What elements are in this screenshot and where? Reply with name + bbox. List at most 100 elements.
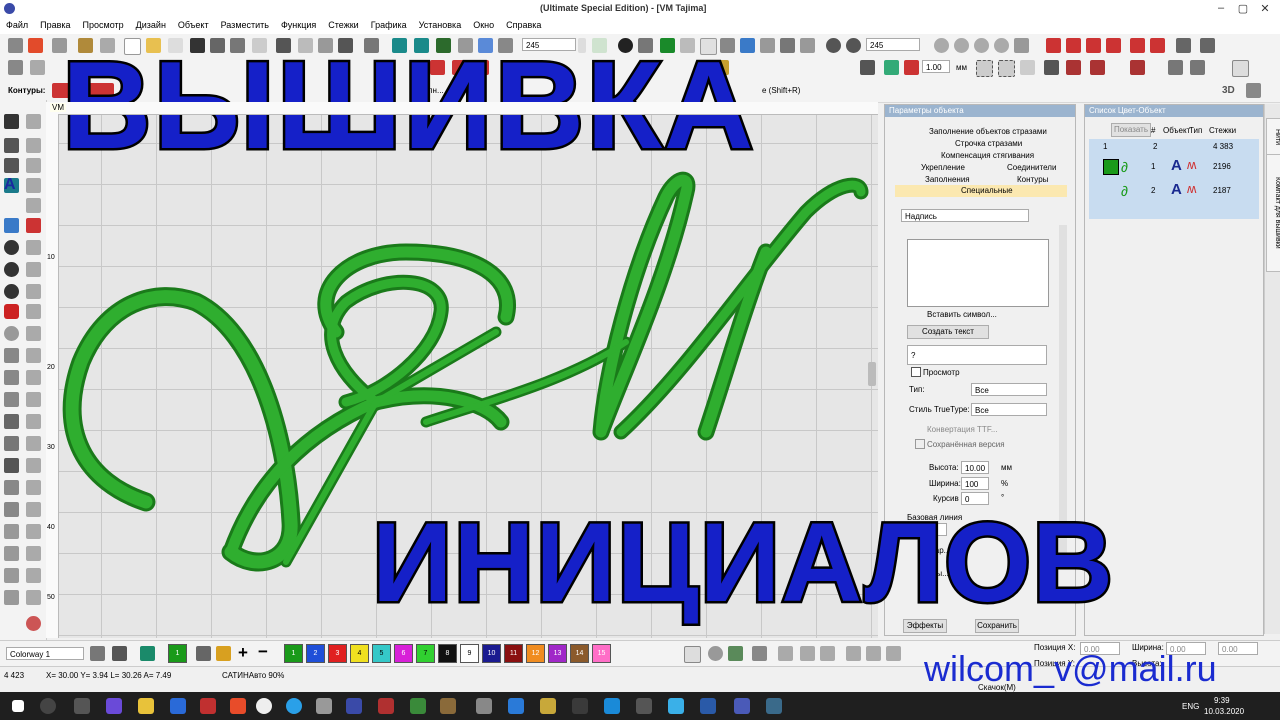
- stitch-type-2-icon[interactable]: [1066, 38, 1081, 53]
- app-6-icon[interactable]: [440, 698, 456, 714]
- flip-icon[interactable]: [846, 646, 861, 661]
- truetype-select[interactable]: Все: [971, 403, 1047, 416]
- menu-graphics[interactable]: Графика: [365, 18, 413, 30]
- lattice-tool-icon[interactable]: [26, 392, 41, 407]
- remove-color-icon[interactable]: −: [258, 642, 268, 662]
- start-icon[interactable]: [12, 700, 24, 712]
- select-arrow-icon[interactable]: [4, 114, 19, 129]
- stitch-view-icon[interactable]: [708, 646, 723, 661]
- eraser-tool-icon[interactable]: [4, 480, 19, 495]
- shape-tool-icon[interactable]: [4, 218, 19, 233]
- flip-v-icon[interactable]: [866, 646, 881, 661]
- tab-connectors[interactable]: Соединители: [1007, 163, 1056, 172]
- color-swatch-4[interactable]: 4: [350, 644, 369, 663]
- arrow-tool-icon[interactable]: [4, 502, 19, 517]
- wilcom-icon[interactable]: [28, 38, 43, 53]
- maximize-icon[interactable]: ▢: [1232, 2, 1254, 15]
- preview-checkbox[interactable]: [911, 367, 921, 377]
- edge-tool-icon[interactable]: [4, 348, 19, 363]
- circle-tool-icon[interactable]: [26, 158, 41, 173]
- align-right-icon[interactable]: [820, 646, 835, 661]
- menu-stitches[interactable]: Стежки: [322, 18, 364, 30]
- polyline-icon[interactable]: [4, 138, 19, 153]
- tatami-icon[interactable]: [1150, 38, 1165, 53]
- create-text-button[interactable]: Создать текст: [907, 325, 989, 339]
- align-icon[interactable]: [860, 60, 875, 75]
- hand-tool-icon[interactable]: [4, 546, 19, 561]
- box-select-icon[interactable]: [976, 60, 993, 77]
- tab-special[interactable]: Специальные: [895, 185, 1067, 197]
- group-icon[interactable]: [1020, 60, 1035, 75]
- current-color-swatch[interactable]: 1: [168, 644, 187, 663]
- object-type-select[interactable]: Надпись: [901, 209, 1029, 222]
- color-swatch-9[interactable]: 9: [460, 644, 479, 663]
- grid-palette-icon[interactable]: [112, 646, 127, 661]
- color-swatch-12[interactable]: 12: [526, 644, 545, 663]
- wave-tool-icon[interactable]: [26, 480, 41, 495]
- app-10-icon[interactable]: [572, 698, 588, 714]
- color-a-icon[interactable]: [884, 60, 899, 75]
- color-swatch-2[interactable]: 2: [306, 644, 325, 663]
- rect-tool-icon[interactable]: [26, 178, 41, 193]
- menu-function[interactable]: Функция: [275, 18, 322, 30]
- zoom-tool-icon[interactable]: [8, 38, 23, 53]
- yandex-icon[interactable]: [200, 698, 216, 714]
- app-2-icon[interactable]: [230, 698, 246, 714]
- wilcom-task-icon[interactable]: [346, 698, 362, 714]
- color-swatch-8[interactable]: 8: [438, 644, 457, 663]
- gear-tool-icon[interactable]: [4, 590, 19, 605]
- pan-icon[interactable]: [1014, 38, 1029, 53]
- tab-rhinestone-run[interactable]: Строчка стразами: [955, 139, 1022, 148]
- ring-tool-icon[interactable]: [26, 524, 41, 539]
- color-swatch-14[interactable]: 14: [570, 644, 589, 663]
- height-input[interactable]: 10.00: [961, 461, 989, 474]
- stitch-type-3-icon[interactable]: [1086, 38, 1101, 53]
- stamp-tool-icon[interactable]: [4, 414, 19, 429]
- size-input[interactable]: 1.00: [922, 60, 950, 73]
- language-indicator[interactable]: ENG: [1182, 702, 1199, 711]
- app-1-icon[interactable]: [106, 698, 122, 714]
- stitch-type-4-icon[interactable]: [1106, 38, 1121, 53]
- menu-edit[interactable]: Правка: [34, 18, 76, 30]
- menu-window[interactable]: Окно: [467, 18, 500, 30]
- zoom-prev-icon[interactable]: [994, 38, 1009, 53]
- blanket-tool-icon[interactable]: [26, 370, 41, 385]
- disc-tool-icon[interactable]: [26, 590, 41, 605]
- polygon-select-icon[interactable]: [998, 60, 1015, 77]
- sphere-tool-icon[interactable]: [4, 326, 19, 341]
- light-icon[interactable]: [780, 38, 795, 53]
- stitch-edit-3-icon[interactable]: [1130, 60, 1145, 75]
- stitch-edit-icon[interactable]: [1066, 60, 1081, 75]
- satin-icon[interactable]: [1130, 38, 1145, 53]
- knife-tool-icon[interactable]: [4, 436, 19, 451]
- tab-underlay[interactable]: Укрепление: [921, 163, 965, 172]
- motif-tool-icon[interactable]: [26, 458, 41, 473]
- radial-tool-icon[interactable]: [26, 436, 41, 451]
- color-swatch-13[interactable]: 13: [548, 644, 567, 663]
- dot-tool-icon[interactable]: [4, 240, 19, 255]
- side-tab-compact[interactable]: Компакт для вышивки: [1266, 154, 1280, 272]
- rotate-icon[interactable]: [4, 158, 19, 173]
- type-select[interactable]: Все: [971, 383, 1047, 396]
- realistic-view-icon[interactable]: [1246, 83, 1261, 98]
- curve-tool-icon[interactable]: [26, 240, 41, 255]
- align-left-icon[interactable]: [778, 646, 793, 661]
- reshape-icon[interactable]: [30, 60, 45, 75]
- color-swatch-1[interactable]: [1103, 159, 1119, 175]
- search-icon[interactable]: [40, 698, 56, 714]
- zoom-input-2[interactable]: 245: [866, 38, 920, 51]
- convert-ttf-link[interactable]: Конвертация TTF...: [927, 425, 997, 434]
- tools-a-icon[interactable]: [1168, 60, 1183, 75]
- color-swatch-10[interactable]: 10: [482, 644, 501, 663]
- paint-bucket-icon[interactable]: [216, 646, 231, 661]
- zoom-1to1-icon[interactable]: [974, 38, 989, 53]
- app-12-icon[interactable]: [668, 698, 684, 714]
- task-view-icon[interactable]: [74, 698, 90, 714]
- app-11-icon[interactable]: [636, 698, 652, 714]
- file-explorer-icon[interactable]: [138, 698, 154, 714]
- menu-arrange[interactable]: Разместить: [215, 18, 275, 30]
- spiral-tool-icon[interactable]: [26, 414, 41, 429]
- flower-tool-icon[interactable]: [26, 568, 41, 583]
- text-input-area[interactable]: [907, 239, 1049, 307]
- app-5-icon[interactable]: [410, 698, 426, 714]
